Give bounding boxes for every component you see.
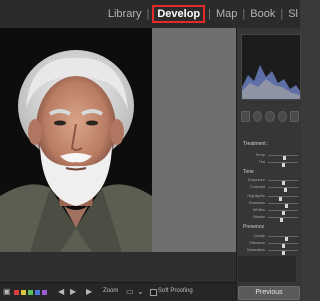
play-icon[interactable]: ▶ — [86, 287, 92, 296]
dropdown-chevron-icon[interactable]: ⌄ — [137, 287, 144, 296]
module-slideshow[interactable]: Sl — [286, 8, 300, 20]
histogram-graph — [242, 65, 300, 99]
bottom-toolbar: ▣ ◀ ▶ ▶ Zoom ▭ ⌄ Soft Proofing — [0, 282, 236, 301]
slider-row[interactable]: Exposure — [241, 177, 299, 185]
separator: | — [280, 8, 284, 20]
module-library[interactable]: Library — [106, 8, 144, 20]
slider-track[interactable] — [268, 203, 298, 208]
portrait-photo — [0, 28, 152, 252]
slider-label: Exposure — [248, 177, 265, 182]
color-label-purple[interactable] — [42, 290, 47, 295]
view-mode-icon[interactable]: ▣ — [3, 287, 11, 296]
color-label-green[interactable] — [28, 290, 33, 295]
slider-row[interactable]: Temp — [241, 152, 299, 160]
histogram: ISO 200 — [241, 34, 301, 100]
soft-proofing-checkbox[interactable] — [150, 289, 157, 296]
histogram-readout: ISO 200 — [244, 92, 263, 98]
slider-track[interactable] — [268, 155, 298, 160]
spot-removal-icon[interactable] — [265, 110, 275, 122]
portrait-illustration — [0, 28, 152, 252]
slider-label: Temp — [255, 152, 265, 157]
crop-tool-icon[interactable] — [253, 110, 263, 122]
slider-label: Whites — [252, 207, 265, 212]
color-label-yellow[interactable] — [21, 290, 26, 295]
slider-knob[interactable] — [282, 163, 285, 167]
color-label-red[interactable] — [14, 290, 19, 295]
slider-label: Blacks — [253, 214, 265, 219]
slider-track[interactable] — [268, 196, 298, 201]
slider-row[interactable]: Clarity — [241, 233, 299, 241]
module-list: Library | Develop | Map | Book | Sl — [106, 5, 300, 23]
slider-label: Tint — [258, 159, 265, 164]
slider-row[interactable]: Contrast — [241, 184, 299, 192]
previous-button[interactable]: Previous — [238, 286, 300, 300]
module-map[interactable]: Map — [214, 8, 239, 20]
color-label-blue[interactable] — [35, 290, 40, 295]
slider-track[interactable] — [268, 250, 298, 255]
bottom-area: ▣ ◀ ▶ ▶ Zoom ▭ ⌄ Soft Proofing — [0, 252, 236, 301]
slider-row[interactable]: Shadows — [241, 200, 299, 208]
grid-overlay-icon[interactable] — [241, 110, 251, 122]
slider-label: Contrast — [249, 184, 265, 189]
slider-row[interactable]: Highlights — [241, 193, 299, 201]
tool-strip — [241, 110, 300, 122]
image-canvas[interactable] — [0, 28, 236, 252]
slider-track[interactable] — [268, 210, 298, 215]
slider-track[interactable] — [268, 243, 298, 248]
presence-section-title: Presence — [243, 224, 265, 230]
zoom-slider-icon[interactable]: ▭ — [126, 287, 134, 296]
slider-track[interactable] — [268, 187, 298, 192]
slider-track[interactable] — [268, 236, 298, 241]
slider-track[interactable] — [268, 162, 298, 167]
slider-knob[interactable] — [284, 188, 287, 192]
slider-track[interactable] — [268, 217, 298, 222]
tone-section-title: Tone — [243, 169, 254, 175]
separator: | — [146, 8, 150, 20]
slider-track[interactable] — [268, 180, 298, 185]
slider-label: Vibrance — [249, 240, 265, 245]
separator: | — [242, 8, 246, 20]
separator: | — [208, 8, 212, 20]
graduated-filter-icon[interactable] — [289, 110, 300, 122]
slider-row[interactable]: Saturation — [241, 247, 299, 255]
zoom-label: Zoom — [103, 288, 119, 294]
slider-label: Shadows — [248, 200, 265, 205]
basic-panel-title: Treatment : — [243, 141, 269, 147]
slider-row[interactable]: Whites — [241, 207, 299, 215]
slider-label: Highlights — [247, 193, 265, 198]
slider-knob[interactable] — [282, 251, 285, 255]
slider-row[interactable]: Vibrance — [241, 240, 299, 248]
module-book[interactable]: Book — [248, 8, 277, 20]
slider-row[interactable]: Tint — [241, 159, 299, 167]
module-picker: Library | Develop | Map | Book | Sl — [0, 0, 300, 28]
next-photo-icon[interactable]: ▶ — [70, 287, 76, 296]
module-develop[interactable]: Develop — [152, 5, 206, 23]
slider-row[interactable]: Blacks — [241, 214, 299, 222]
slider-knob[interactable] — [280, 218, 283, 222]
filmstrip-thumbnail-area — [238, 256, 296, 282]
redeye-icon[interactable] — [277, 110, 287, 122]
previous-photo-icon[interactable]: ◀ — [58, 287, 64, 296]
slider-label: Saturation — [246, 247, 265, 252]
slider-label: Clarity — [253, 233, 265, 238]
soft-proofing-label: Soft Proofing — [158, 288, 193, 294]
